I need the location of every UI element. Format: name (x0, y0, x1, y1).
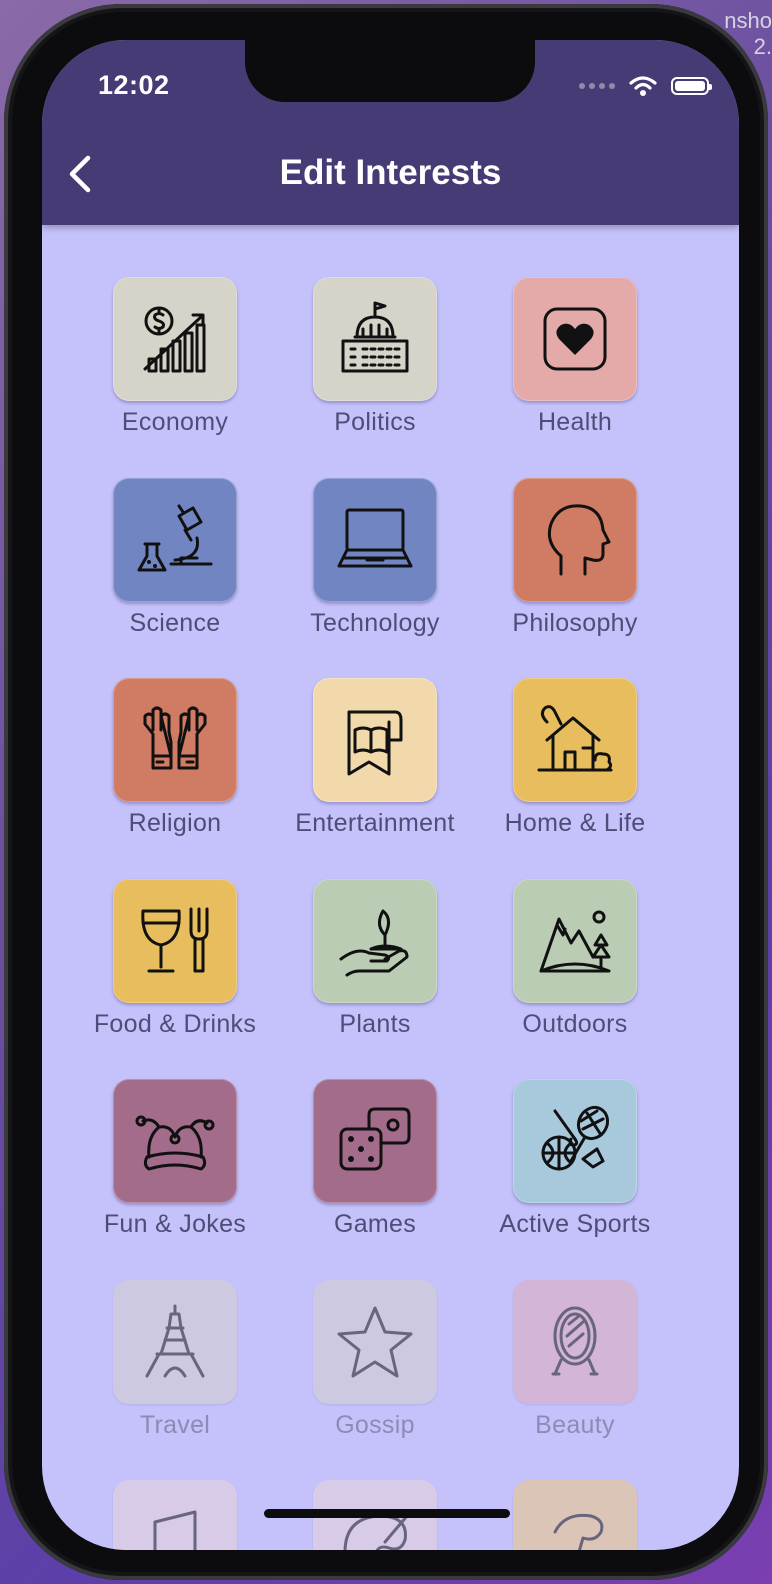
mirror-icon (551, 1306, 599, 1375)
interest-tile-box (113, 277, 237, 401)
interest-tile-box (313, 678, 437, 802)
interest-tile-politics[interactable]: Politics (275, 225, 475, 436)
interest-tile-technology[interactable]: Technology (275, 426, 475, 637)
status-icons (579, 73, 712, 99)
interest-tile-item-21[interactable] (475, 1428, 675, 1550)
laptop-icon (337, 508, 413, 567)
interest-tile-box (513, 878, 637, 1003)
interest-tile-item-20[interactable] (275, 1428, 475, 1550)
interest-tile-box (113, 477, 237, 602)
book-icon (347, 710, 403, 776)
wifi-icon (629, 76, 657, 96)
interest-tile-box (113, 678, 237, 802)
corner-text-line-1: nsho (724, 8, 772, 33)
interest-tile-box (513, 678, 637, 802)
phone-frame: 12:02 Edit Interests Economy Politics Heal… (4, 4, 768, 1580)
interest-tile-economy[interactable]: Economy (75, 225, 275, 436)
interest-tile-box (313, 878, 437, 1003)
interest-tile-box (113, 1480, 237, 1550)
economy-icon (143, 306, 206, 373)
interest-tile-religion[interactable]: Religion (75, 626, 275, 837)
interest-tile-box (313, 277, 437, 401)
jester-hat-icon (135, 1115, 215, 1171)
status-time: 12:02 (98, 70, 170, 100)
music-icon (153, 1510, 197, 1550)
interest-tile-outdoors[interactable]: Outdoors (475, 827, 675, 1038)
interest-tile-food-drinks[interactable]: Food & Drinks (75, 827, 275, 1038)
interest-tile-travel[interactable]: Travel (75, 1228, 275, 1439)
interest-tile-box (513, 1279, 637, 1404)
interest-tile-box (113, 1279, 237, 1404)
dice-icon (339, 1107, 411, 1171)
interest-tile-health[interactable]: Health (475, 225, 675, 436)
interest-tile-box (113, 878, 237, 1003)
interest-tile-box (513, 1079, 637, 1203)
animal-icon (553, 1513, 604, 1550)
interests-grid: Economy Politics Health Science Technology Ph… (42, 225, 739, 1550)
heart-icon (543, 307, 607, 371)
cellular-signal-icon (579, 83, 615, 89)
wine-fork-icon (141, 907, 209, 972)
interest-tile-item-19[interactable] (75, 1428, 275, 1550)
home-indicator (264, 1509, 510, 1518)
interest-tile-box (313, 1279, 437, 1404)
mountain-icon (539, 910, 611, 972)
interest-tile-home-life[interactable]: Home & Life (475, 626, 675, 837)
head-icon (547, 503, 611, 575)
capitol-icon (341, 301, 409, 373)
microscope-icon (137, 504, 213, 571)
interest-tile-active-sports[interactable]: Active Sports (475, 1027, 675, 1238)
interest-tile-games[interactable]: Games (275, 1027, 475, 1238)
interest-tile-box (513, 1480, 637, 1550)
interest-tile-philosophy[interactable]: Philosophy (475, 426, 675, 637)
interest-tile-gossip[interactable]: Gossip (275, 1228, 475, 1439)
sprout-hand-icon (339, 909, 409, 976)
interest-tile-box (113, 1079, 237, 1203)
interest-tile-fun-jokes[interactable]: Fun & Jokes (75, 1027, 275, 1238)
interest-tile-box (513, 477, 637, 602)
sports-icon (541, 1105, 610, 1171)
house-icon (537, 705, 613, 772)
interest-tile-beauty[interactable]: Beauty (475, 1228, 675, 1439)
app-screen: 12:02 Edit Interests Economy Politics Heal… (42, 40, 739, 1550)
interest-tile-plants[interactable]: Plants (275, 827, 475, 1038)
battery-icon (671, 77, 712, 95)
star-icon (337, 1306, 413, 1377)
interest-tile-box (313, 477, 437, 602)
interest-tile-entertainment[interactable]: Entertainment (275, 626, 475, 837)
eiffel-tower-icon (145, 1304, 205, 1377)
notch (245, 40, 535, 102)
interest-tile-box (513, 277, 637, 401)
praying-hands-icon (143, 706, 207, 770)
interest-tile-science[interactable]: Science (75, 426, 275, 637)
page-title: Edit Interests (279, 153, 502, 192)
interest-tile-box (313, 1079, 437, 1203)
